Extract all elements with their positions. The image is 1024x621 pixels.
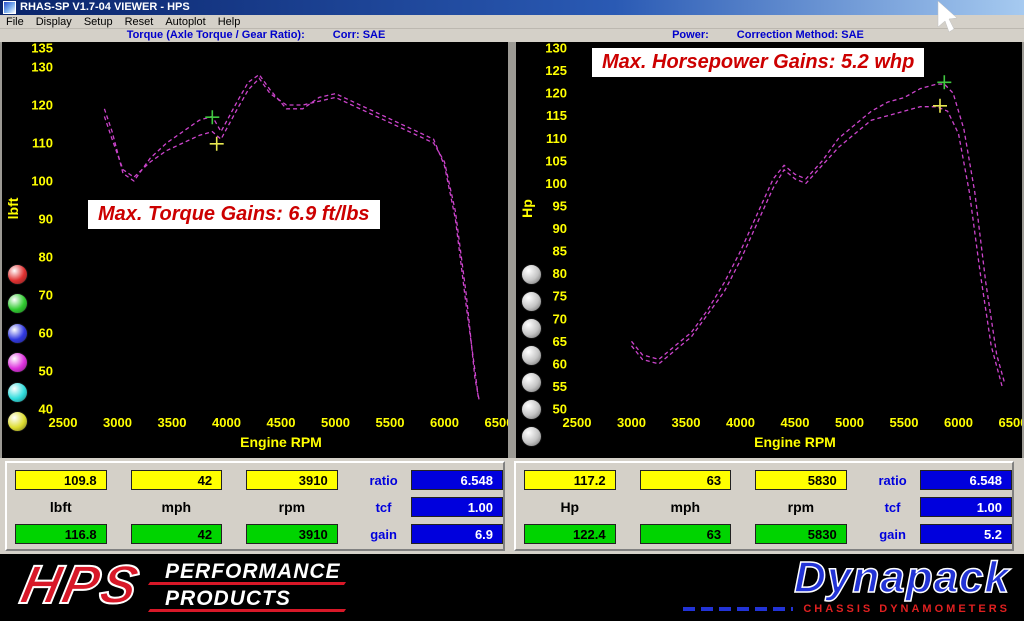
chart-area: 1351301201101009080706050402500300035004… <box>0 42 1024 458</box>
torque-unit-header: lbft <box>15 499 107 515</box>
power-gains-annotation: Max. Horsepower Gains: 5.2 whp <box>592 48 924 77</box>
menu-autoplot[interactable]: Autoplot <box>159 15 211 29</box>
torque-chart-panel: 1351301201101009080706050402500300035004… <box>2 42 508 458</box>
channel-button[interactable] <box>7 352 28 373</box>
power-channel-buttons <box>516 42 1022 458</box>
torque-gains-annotation: Max. Torque Gains: 6.9 ft/lbs <box>88 200 380 229</box>
torque-run1-row: 109.8 42 3910 ratio 6.548 <box>15 470 503 490</box>
chart-header-strip: Torque (Axle Torque / Gear Ratio): Corr:… <box>0 29 1024 42</box>
power-tcf-label: tcf <box>871 500 915 515</box>
channel-button[interactable] <box>521 318 542 339</box>
dynapack-wordmark: Dynapack <box>683 555 1010 601</box>
torque-channel-buttons <box>2 42 508 458</box>
torque-gain-value: 6.9 <box>411 524 503 544</box>
menu-bar: File Display Setup Reset Autoplot Help <box>0 15 1024 29</box>
torque-header: Torque (Axle Torque / Gear Ratio): Corr:… <box>0 29 512 42</box>
dynapack-logo: Dynapack CHASSIS DYNAMOMETERS <box>683 555 1010 615</box>
torque-headers-row: lbft mph rpm tcf 1.00 <box>15 497 503 517</box>
power-headers-row: Hp mph rpm tcf 1.00 <box>524 497 1012 517</box>
torque-run2-rpm: 3910 <box>246 524 338 544</box>
app-window: RHAS-SP V1.7-04 VIEWER - HPS File Displa… <box>0 0 1024 621</box>
torque-mph-header: mph <box>131 499 223 515</box>
app-icon <box>3 1 16 14</box>
power-tcf-value: 1.00 <box>920 497 1012 517</box>
menu-help[interactable]: Help <box>212 15 247 29</box>
torque-ratio-value: 6.548 <box>411 470 503 490</box>
power-data-panel: 117.2 63 5830 ratio 6.548 Hp mph rpm tcf… <box>514 461 1014 551</box>
menu-setup[interactable]: Setup <box>78 15 119 29</box>
power-run2-speed: 63 <box>640 524 732 544</box>
torque-tcf-label: tcf <box>362 500 406 515</box>
power-run1-row: 117.2 63 5830 ratio 6.548 <box>524 470 1012 490</box>
torque-run2-value: 116.8 <box>15 524 107 544</box>
power-rpm-header: rpm <box>755 499 847 515</box>
torque-run2-row: 116.8 42 3910 gain 6.9 <box>15 524 503 544</box>
power-run1-rpm: 5830 <box>755 470 847 490</box>
data-tables-area: 109.8 42 3910 ratio 6.548 lbft mph rpm t… <box>0 458 1024 554</box>
channel-button[interactable] <box>7 323 28 344</box>
menu-file[interactable]: File <box>0 15 30 29</box>
channel-button[interactable] <box>521 264 542 285</box>
power-header-title: Power: <box>672 29 709 42</box>
dynapack-tagline: CHASSIS DYNAMOMETERS <box>803 603 1010 615</box>
power-gain-label: gain <box>871 527 915 542</box>
mouse-cursor-icon <box>936 1 964 35</box>
channel-button[interactable] <box>521 291 542 312</box>
torque-run2-speed: 42 <box>131 524 223 544</box>
power-ratio-value: 6.548 <box>920 470 1012 490</box>
channel-button[interactable] <box>7 293 28 314</box>
power-chart-panel: 1301251201151101051009590858075706560555… <box>516 42 1022 458</box>
hps-logo: HPS PERFORMANCE PRODUCTS <box>22 555 341 615</box>
torque-rpm-header: rpm <box>246 499 338 515</box>
torque-run1-value: 109.8 <box>15 470 107 490</box>
torque-run1-speed: 42 <box>131 470 223 490</box>
power-unit-header: Hp <box>524 499 616 515</box>
power-run1-value: 117.2 <box>524 470 616 490</box>
power-run1-speed: 63 <box>640 470 732 490</box>
hps-wordmark: HPS <box>16 555 146 615</box>
hps-products-text: PRODUCTS <box>165 585 341 612</box>
menu-reset[interactable]: Reset <box>119 15 160 29</box>
torque-run1-rpm: 3910 <box>246 470 338 490</box>
torque-tcf-value: 1.00 <box>411 497 503 517</box>
power-run2-row: 122.4 63 5830 gain 5.2 <box>524 524 1012 544</box>
torque-data-panel: 109.8 42 3910 ratio 6.548 lbft mph rpm t… <box>5 461 505 551</box>
hps-performance-text: PERFORMANCE <box>165 558 341 585</box>
window-title: RHAS-SP V1.7-04 VIEWER - HPS <box>20 2 190 13</box>
channel-button[interactable] <box>7 382 28 403</box>
channel-button[interactable] <box>521 345 542 366</box>
power-run2-rpm: 5830 <box>755 524 847 544</box>
torque-gain-label: gain <box>362 527 406 542</box>
title-bar[interactable]: RHAS-SP V1.7-04 VIEWER - HPS <box>0 0 1024 15</box>
logo-strip: HPS PERFORMANCE PRODUCTS Dynapack CHASSI… <box>0 554 1024 621</box>
power-mph-header: mph <box>640 499 732 515</box>
channel-button[interactable] <box>521 426 542 447</box>
torque-ratio-label: ratio <box>362 473 406 488</box>
channel-button[interactable] <box>7 264 28 285</box>
menu-display[interactable]: Display <box>30 15 78 29</box>
channel-button[interactable] <box>521 399 542 420</box>
torque-header-title: Torque (Axle Torque / Gear Ratio): <box>127 29 305 42</box>
power-run2-value: 122.4 <box>524 524 616 544</box>
power-header-corr: Correction Method: SAE <box>737 29 864 42</box>
power-gain-value: 5.2 <box>920 524 1012 544</box>
channel-button[interactable] <box>521 372 542 393</box>
power-ratio-label: ratio <box>871 473 915 488</box>
torque-header-corr: Corr: SAE <box>333 29 386 42</box>
dynapack-stripes <box>683 607 793 611</box>
channel-button[interactable] <box>7 411 28 432</box>
